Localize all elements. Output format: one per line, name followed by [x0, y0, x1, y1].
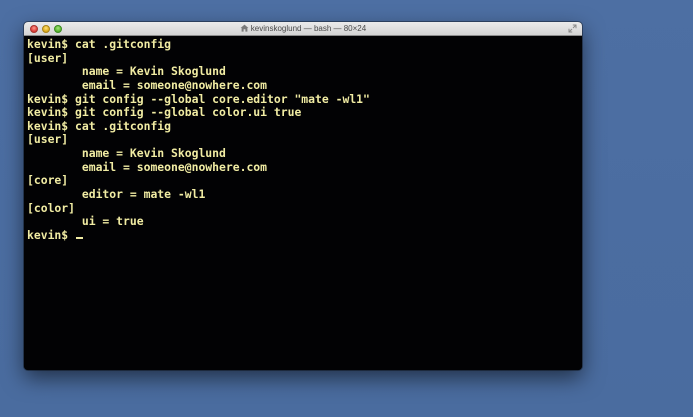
terminal-window[interactable]: kevinskoglund — bash — 80×24 kevin$ cat …: [24, 22, 582, 370]
terminal-line: kevin$ cat .gitconfig: [27, 118, 172, 133]
terminal-line: email = someone@nowhere.com: [27, 159, 268, 174]
resize-icon[interactable]: [568, 24, 577, 33]
terminal-line: ui = true: [27, 214, 144, 229]
terminal-line: [user]: [27, 132, 69, 147]
terminal-cursor: [76, 236, 84, 239]
terminal-line: [color]: [27, 200, 76, 215]
terminal-line: [core]: [27, 173, 69, 188]
home-icon: [240, 24, 249, 32]
terminal-content[interactable]: kevin$ cat .gitconfig [user] name = Kevi…: [24, 36, 582, 370]
terminal-line: kevin$ git config --global color.ui true: [27, 105, 302, 120]
window-titlebar[interactable]: kevinskoglund — bash — 80×24: [24, 22, 582, 36]
terminal-line: kevin$ git config --global core.editor "…: [27, 91, 370, 106]
window-title: kevinskoglund — bash — 80×24: [24, 22, 582, 35]
terminal-line: email = someone@nowhere.com: [27, 77, 268, 92]
terminal-line: [user]: [27, 50, 69, 65]
terminal-line: kevin$ cat .gitconfig: [27, 37, 172, 51]
terminal-line: editor = mate -wl1: [27, 187, 206, 202]
terminal-line: name = Kevin Skoglund: [27, 146, 226, 161]
terminal-line: name = Kevin Skoglund: [27, 64, 226, 79]
desktop-background: kevinskoglund — bash — 80×24 kevin$ cat …: [0, 0, 693, 417]
terminal-prompt-line[interactable]: kevin$: [27, 227, 582, 243]
terminal-prompt: kevin$: [27, 227, 76, 242]
window-title-text: kevinskoglund — bash — 80×24: [250, 24, 367, 33]
